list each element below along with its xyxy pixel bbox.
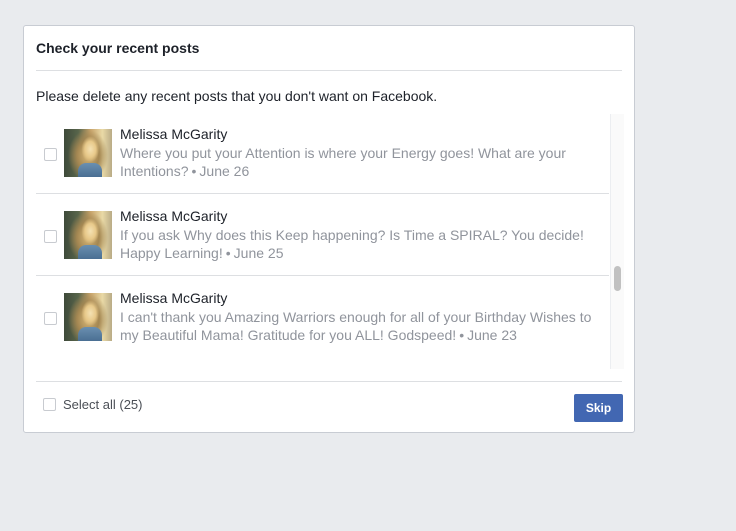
post-avatar (64, 211, 112, 259)
title-divider (36, 70, 622, 71)
post-author: Melissa McGarity (120, 290, 228, 306)
post-avatar (64, 129, 112, 177)
post-body: Where you put your Attention is where yo… (120, 145, 566, 179)
skip-button[interactable]: Skip (574, 394, 623, 422)
post-text: I can't thank you Amazing Warriors enoug… (120, 308, 600, 344)
post-body: If you ask Why does this Keep happening?… (120, 227, 584, 261)
post-avatar (64, 293, 112, 341)
post-author: Melissa McGarity (120, 208, 228, 224)
post-item: Melissa McGarity Where you put your Atte… (36, 114, 609, 193)
footer-divider (36, 381, 622, 382)
select-all-checkbox[interactable] (43, 398, 56, 411)
post-body: I can't thank you Amazing Warriors enoug… (120, 309, 592, 343)
posts-list[interactable]: Melissa McGarity Where you put your Atte… (36, 114, 624, 369)
select-all-label: Select all (25) (63, 397, 143, 412)
post-item: Melissa McGarity I can't thank you Amazi… (36, 275, 609, 357)
post-separator: • (225, 245, 231, 261)
dialog-title: Check your recent posts (36, 40, 200, 56)
select-all-control[interactable]: Select all (25) (43, 397, 142, 412)
scrollbar-thumb[interactable] (614, 266, 621, 291)
post-checkbox[interactable] (44, 148, 57, 161)
post-separator: • (191, 163, 197, 179)
post-text: Where you put your Attention is where yo… (120, 144, 600, 180)
post-text: If you ask Why does this Keep happening?… (120, 226, 600, 262)
post-author: Melissa McGarity (120, 126, 228, 142)
recent-posts-dialog: Check your recent posts Please delete an… (23, 25, 635, 433)
post-checkbox[interactable] (44, 230, 57, 243)
post-date: June 25 (233, 245, 284, 261)
posts-list-content: Melissa McGarity Where you put your Atte… (36, 114, 609, 357)
post-separator: • (459, 327, 465, 343)
posts-scrollbar[interactable] (610, 114, 624, 369)
post-item: Melissa McGarity If you ask Why does thi… (36, 193, 609, 275)
post-date: June 26 (199, 163, 250, 179)
dialog-instructions: Please delete any recent posts that you … (36, 88, 438, 104)
post-date: June 23 (467, 327, 517, 343)
post-checkbox[interactable] (44, 312, 57, 325)
